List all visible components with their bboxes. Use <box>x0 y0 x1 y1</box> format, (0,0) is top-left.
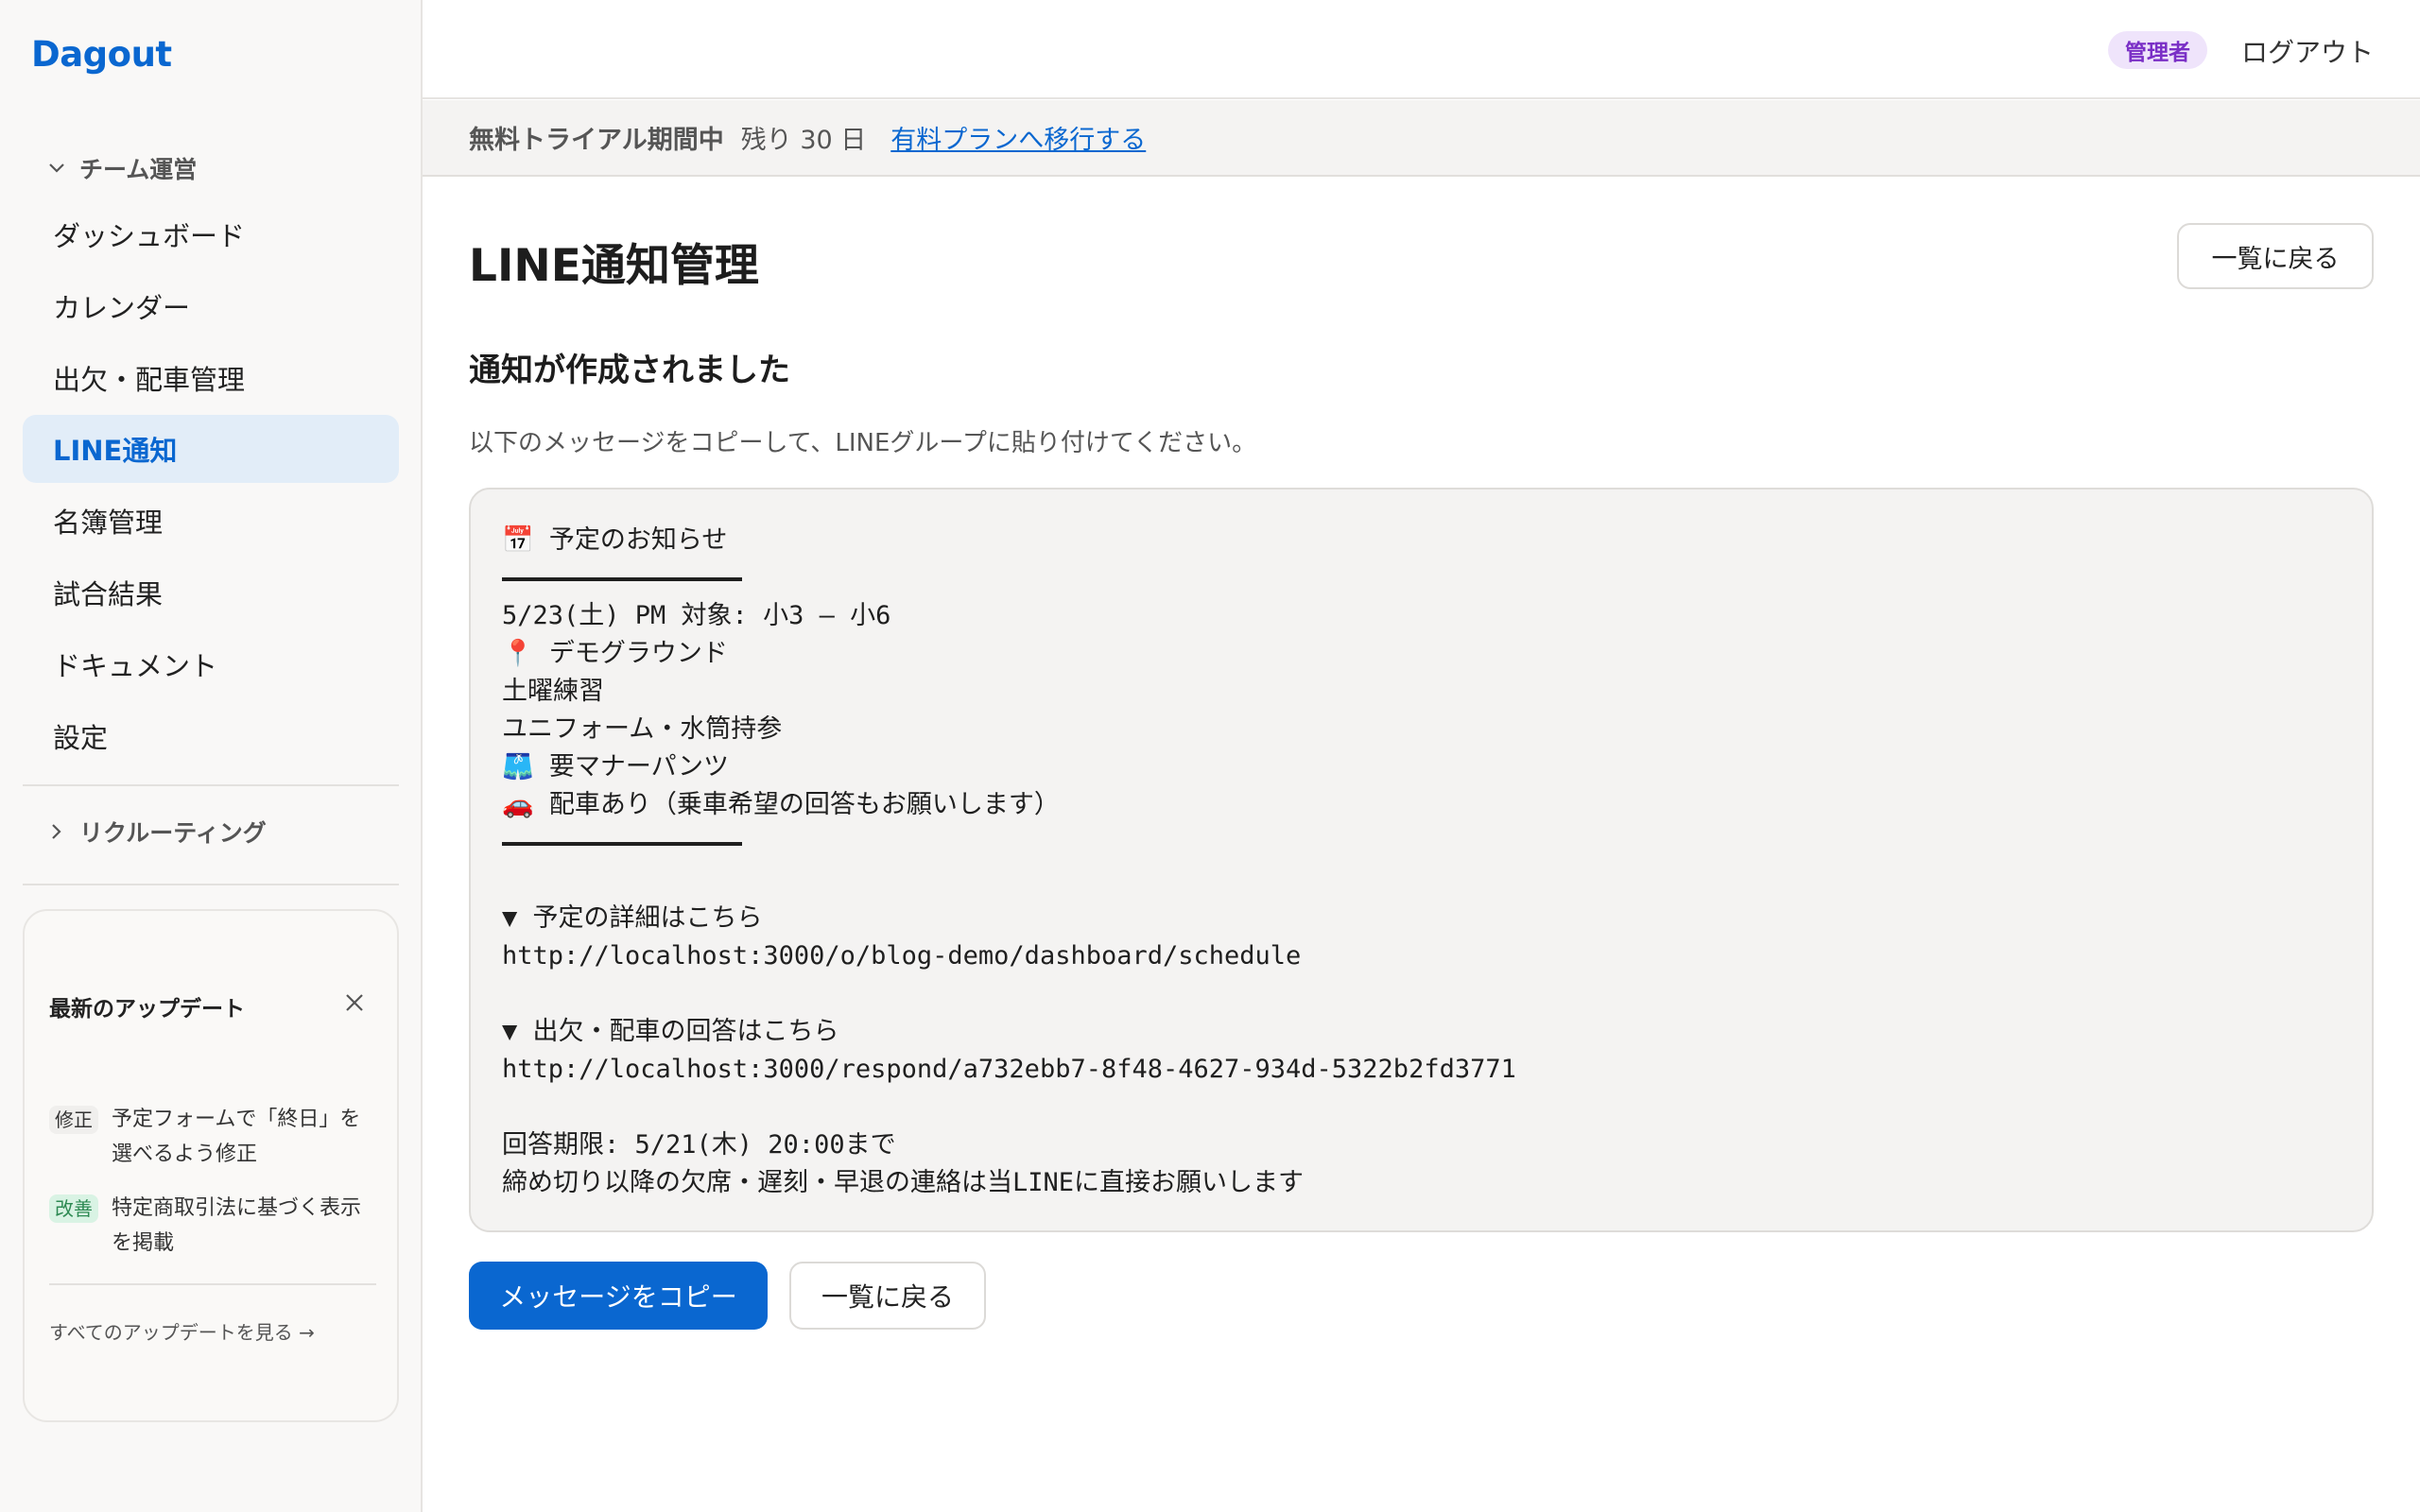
section-team-label: チーム運営 <box>79 156 198 183</box>
update-text: 予定フォームで「終日」を 選べるよう修正 <box>112 1102 360 1172</box>
sidebar-item-roster[interactable]: 名簿管理 <box>23 487 399 555</box>
message-line: 📍 デモグラウンド <box>502 639 728 668</box>
schedule-label: ▼ 予定の詳細はこちら <box>502 903 763 933</box>
message-line: ユニフォーム・水筒持参 <box>502 714 783 744</box>
sidebar-divider <box>23 784 399 786</box>
back-to-list-button-bottom[interactable]: 一覧に戻る <box>789 1262 986 1330</box>
tag-improve: 改善 <box>49 1194 98 1223</box>
sidebar-item-settings[interactable]: 設定 <box>23 702 399 770</box>
message-text: 📅 予定のお知らせ 5/23(土) PM 対象: 小3 – 小6 📍 デモグラウ… <box>502 522 1516 1202</box>
section-recruiting-label: リクルーティング <box>79 819 267 847</box>
section-team-toggle[interactable]: チーム運営 <box>47 149 197 187</box>
update-entry[interactable]: 改善 特定商取引法に基づく表示 を掲載 <box>49 1191 380 1261</box>
sidebar-item-match-results[interactable]: 試合結果 <box>23 558 399 627</box>
section-recruiting-toggle[interactable]: リクルーティング <box>47 813 267 850</box>
sidebar-item-line-notify[interactable]: LINE通知 <box>23 415 399 483</box>
message-rule <box>502 559 1516 597</box>
respond-label: ▼ 出欠・配車の回答はこちら <box>502 1017 839 1046</box>
sidebar-item-documents[interactable]: ドキュメント <box>23 630 399 698</box>
update-text-line: 予定フォームで「終日」を <box>112 1108 361 1131</box>
copy-message-button[interactable]: メッセージをコピー <box>469 1262 768 1330</box>
tag-fix: 修正 <box>49 1106 98 1134</box>
update-text-line: を掲載 <box>112 1231 175 1255</box>
upgrade-link[interactable]: 有料プランへ移行する <box>890 119 1146 156</box>
chevron-right-icon <box>47 822 74 841</box>
sidebar-item-dashboard[interactable]: ダッシュボード <box>23 200 399 268</box>
close-icon[interactable] <box>338 987 371 1019</box>
message-line: 土曜練習 <box>502 677 604 706</box>
brand-logo[interactable]: Dagout <box>31 34 172 75</box>
trial-status: 無料トライアル期間中 <box>469 126 724 155</box>
logout-button[interactable]: ログアウト <box>2241 32 2374 70</box>
sidebar-item-attendance[interactable]: 出欠・配車管理 <box>23 344 399 412</box>
role-badge: 管理者 <box>2108 31 2207 69</box>
trial-remaining: 残り 30 日 <box>740 126 867 155</box>
respond-url: http://localhost:3000/respond/a732ebb7-8… <box>502 1055 1516 1084</box>
update-text-line: 選べるよう修正 <box>112 1143 258 1166</box>
message-line: 5/23(土) PM 対象: 小3 – 小6 <box>502 601 891 630</box>
message-rule <box>502 824 1516 862</box>
sidebar-item-calendar[interactable]: カレンダー <box>23 272 399 340</box>
message-line: 🩳 要マナーパンツ <box>502 752 729 782</box>
updates-title: 最新のアップデート <box>49 997 245 1022</box>
topbar: 管理者 ログアウト <box>423 0 2420 99</box>
schedule-url: http://localhost:3000/o/blog-demo/dashbo… <box>502 941 1302 971</box>
updates-divider <box>49 1283 376 1285</box>
deadline-text: 回答期限: 5/21(木) 20:00まで <box>502 1130 896 1160</box>
note-text: 締め切り以降の欠席・遅刻・早退の連絡は当LINEに直接お願いします <box>502 1168 1305 1197</box>
sidebar-divider <box>23 884 399 885</box>
chevron-down-icon <box>47 159 74 178</box>
instruction-text: 以下のメッセージをコピーして、LINEグループに貼り付けてください。 <box>469 429 1257 457</box>
message-blank <box>502 862 1516 900</box>
message-blank <box>502 1089 1516 1126</box>
updates-card: 最新のアップデート 修正 予定フォームで「終日」を 選べるよう修正 改善 特定商… <box>23 909 399 1422</box>
page-title: LINE通知管理 <box>469 240 759 292</box>
message-header: 📅 予定のお知らせ <box>502 525 728 555</box>
update-entry[interactable]: 修正 予定フォームで「終日」を 選べるよう修正 <box>49 1102 380 1172</box>
update-text: 特定商取引法に基づく表示 を掲載 <box>112 1191 361 1261</box>
message-preview[interactable]: 📅 予定のお知らせ 5/23(土) PM 対象: 小3 – 小6 📍 デモグラウ… <box>469 488 2374 1232</box>
success-heading: 通知が作成されました <box>469 352 790 389</box>
back-to-list-button[interactable]: 一覧に戻る <box>2177 223 2374 289</box>
message-line: 🚗 配車あり（乗車希望の回答もお願いします） <box>502 790 1060 819</box>
sidebar: Dagout チーム運営 ダッシュボード カレンダー 出欠・配車管理 LINE通… <box>0 0 423 1512</box>
view-all-updates-link[interactable]: すべてのアップデートを見る → <box>49 1317 315 1345</box>
trial-banner: 無料トライアル期間中 残り 30 日 有料プランへ移行する <box>423 100 2420 177</box>
message-blank <box>502 975 1516 1013</box>
update-text-line: 特定商取引法に基づく表示 <box>112 1196 362 1220</box>
